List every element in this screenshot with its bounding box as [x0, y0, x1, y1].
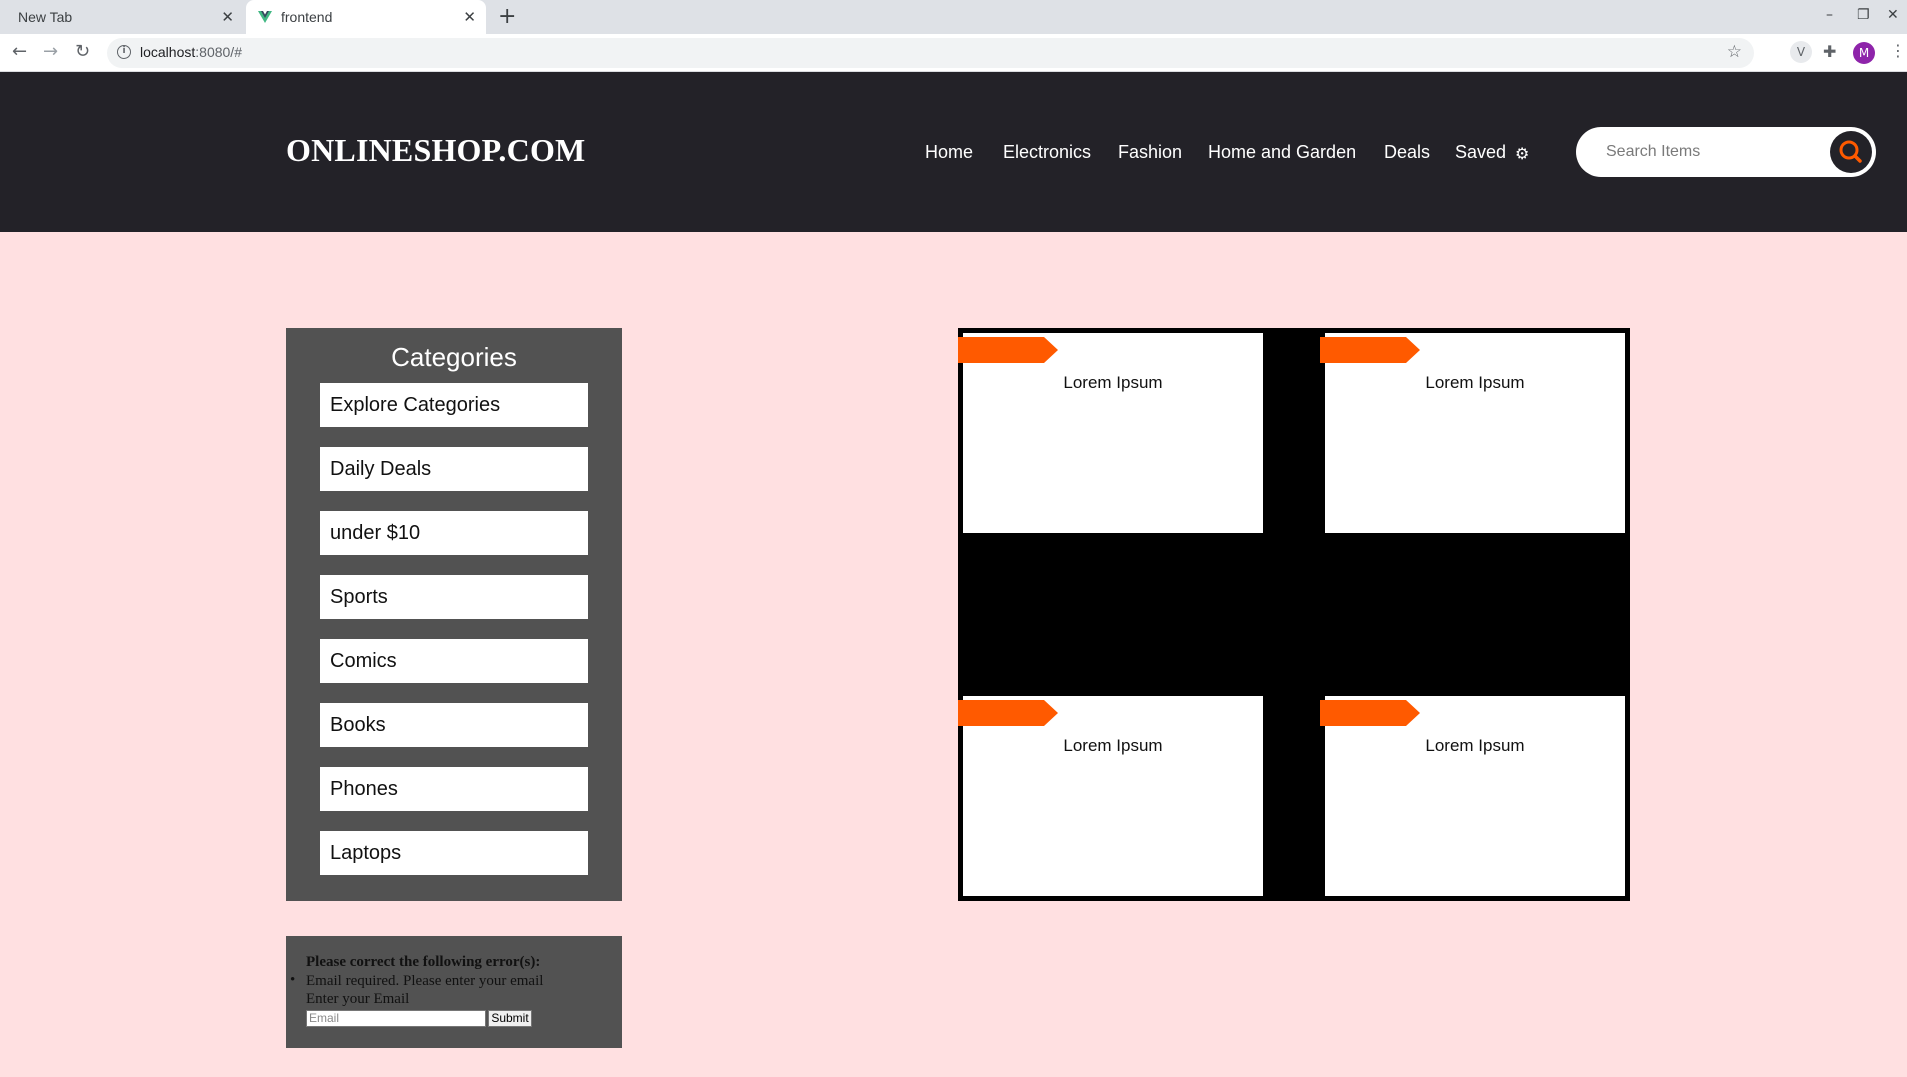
site-logo[interactable]: ONLINESHOP.COM [286, 132, 585, 169]
product-label: Lorem Ipsum [1425, 373, 1525, 392]
category-phones[interactable]: Phones [320, 767, 588, 811]
product-label: Lorem Ipsum [1425, 736, 1525, 755]
error-heading: Please correct the following error(s): [306, 954, 541, 970]
ribbon-tag-icon [958, 337, 1058, 363]
info-icon[interactable]: i [117, 45, 131, 59]
category-daily-deals[interactable]: Daily Deals [320, 447, 588, 491]
submit-button[interactable]: Submit [488, 1010, 532, 1027]
product-grid: Lorem Ipsum Lorem Ipsum Lorem Ipsum Lore… [958, 328, 1630, 901]
browser-tab-frontend[interactable]: frontend ✕ [246, 0, 486, 34]
bookmark-star-icon[interactable]: ☆ [1727, 42, 1742, 62]
minimize-icon[interactable]: – [1826, 7, 1833, 23]
ribbon-tag-icon [1320, 337, 1420, 363]
extensions-icon[interactable]: ✚ [1823, 42, 1836, 61]
gear-icon[interactable]: ⚙ [1515, 144, 1529, 163]
vue-devtools-icon[interactable]: V [1790, 41, 1812, 63]
forward-icon[interactable]: → [43, 43, 58, 61]
categories-title: Categories [391, 342, 517, 372]
product-label: Lorem Ipsum [1063, 373, 1163, 392]
search-field[interactable]: Search Items [1576, 127, 1876, 177]
category-comics[interactable]: Comics [320, 639, 588, 683]
error-message: Email required. Please enter your email [306, 973, 544, 989]
categories-panel: Categories Explore Categories Daily Deal… [286, 328, 622, 901]
close-icon[interactable]: ✕ [463, 8, 476, 26]
browser-toolbar: ← → ↻ i localhost:8080/# ☆ [0, 34, 1907, 72]
product-card[interactable]: Lorem Ipsum [1320, 333, 1625, 533]
restore-icon[interactable]: ❐ [1857, 7, 1870, 23]
category-under-10[interactable]: under $10 [320, 511, 588, 555]
search-input[interactable]: Search Items [1606, 143, 1700, 161]
avatar[interactable]: M [1853, 42, 1875, 64]
back-icon[interactable]: ← [12, 43, 27, 61]
close-window-icon[interactable]: ✕ [1887, 7, 1899, 23]
tab-title: New Tab [18, 9, 73, 25]
email-label: Enter your Email [306, 991, 410, 1007]
bullet-icon: • [290, 972, 296, 988]
category-sports[interactable]: Sports [320, 575, 588, 619]
ribbon-tag-icon [1320, 700, 1420, 726]
close-icon[interactable]: ✕ [221, 8, 234, 26]
category-books[interactable]: Books [320, 703, 588, 747]
new-tab-icon[interactable]: + [498, 4, 516, 29]
nav-fashion[interactable]: Fashion [1118, 142, 1182, 163]
product-card[interactable]: Lorem Ipsum [958, 696, 1263, 896]
search-button[interactable] [1830, 131, 1872, 173]
browser-tab-new-tab[interactable]: New Tab ✕ [0, 0, 244, 34]
search-icon [1839, 140, 1862, 163]
site-header: ONLINESHOP.COM Home Electronics Fashion … [0, 72, 1907, 232]
url-text: localhost:8080/# [140, 44, 242, 60]
category-explore-categories[interactable]: Explore Categories [320, 383, 588, 427]
newsletter-form: Please correct the following error(s): •… [286, 936, 622, 1048]
nav-home-and-garden[interactable]: Home and Garden [1208, 142, 1356, 163]
category-laptops[interactable]: Laptops [320, 831, 588, 875]
reload-icon[interactable]: ↻ [75, 43, 90, 61]
product-card[interactable]: Lorem Ipsum [1320, 696, 1625, 896]
nav-home[interactable]: Home [925, 142, 973, 163]
product-label: Lorem Ipsum [1063, 736, 1163, 755]
tab-title: frontend [281, 9, 333, 25]
address-bar[interactable]: i localhost:8080/# ☆ [107, 38, 1754, 68]
browser-tabstrip: New Tab ✕ frontend ✕ + – ❐ ✕ [0, 0, 1907, 34]
menu-icon[interactable]: ⋮ [1890, 41, 1906, 60]
nav-electronics[interactable]: Electronics [1003, 142, 1091, 163]
vue-logo-icon [258, 11, 272, 23]
product-card[interactable]: Lorem Ipsum [958, 333, 1263, 533]
nav-saved[interactable]: Saved [1455, 142, 1506, 163]
nav-deals[interactable]: Deals [1384, 142, 1430, 163]
ribbon-tag-icon [958, 700, 1058, 726]
email-field[interactable]: Email [306, 1010, 486, 1027]
